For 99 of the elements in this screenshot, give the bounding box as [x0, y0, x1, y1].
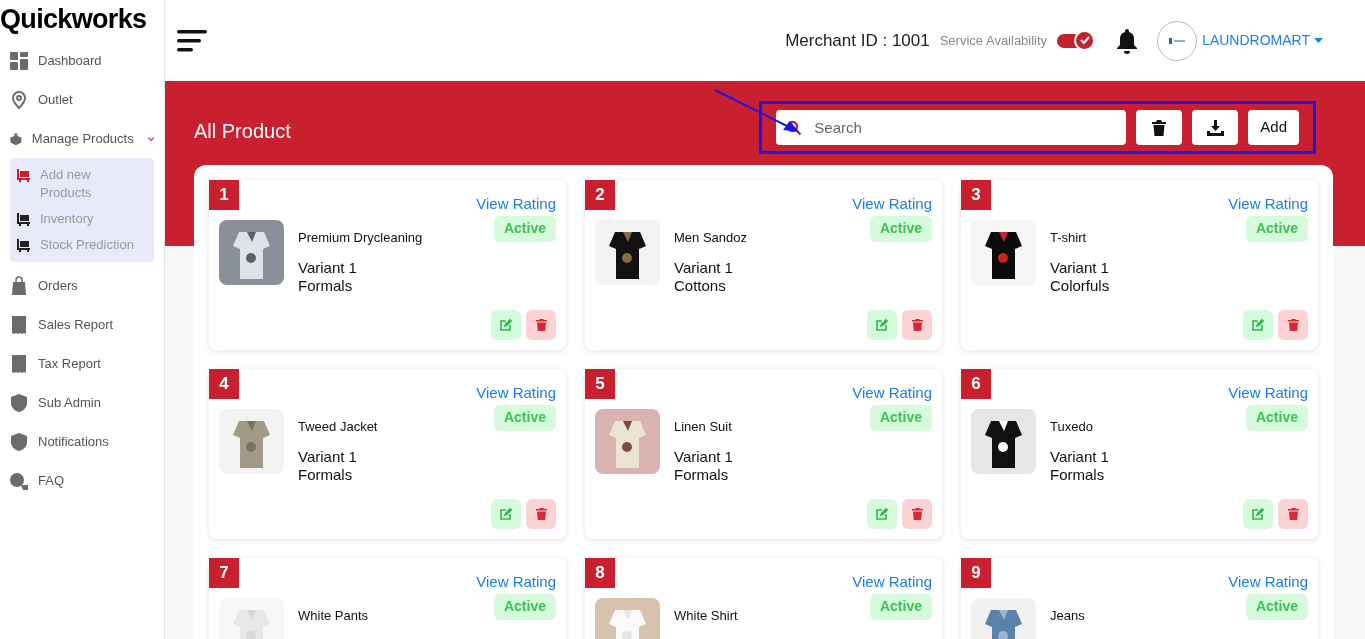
view-rating-link[interactable]: View Rating: [476, 571, 556, 594]
sidebar-item[interactable]: FAQ: [0, 461, 164, 500]
product-number: 8: [585, 558, 615, 588]
dashboard-icon: [9, 50, 29, 71]
download-icon: [1206, 119, 1224, 136]
variant-text: Variant 1: [1050, 259, 1110, 277]
sidebar-item[interactable]: Outlet: [0, 80, 164, 119]
submenu-item[interactable]: Inventory: [10, 210, 154, 228]
add-button[interactable]: Add: [1248, 110, 1299, 145]
view-rating-link[interactable]: View Rating: [852, 193, 932, 216]
cart-icon: [16, 211, 32, 227]
category-text: Formals: [674, 466, 730, 484]
bell-icon[interactable]: [1115, 27, 1140, 54]
view-rating-link[interactable]: View Rating: [1228, 382, 1308, 405]
view-rating-link[interactable]: View Rating: [476, 382, 556, 405]
status-badge: Active: [869, 404, 932, 431]
variant-text: Variant 1: [1050, 448, 1110, 466]
trash-icon: [1287, 508, 1299, 520]
user-menu[interactable]: LAUNDROMART: [1202, 30, 1323, 51]
receipt-icon: [9, 353, 29, 374]
view-rating-link[interactable]: View Rating: [1228, 571, 1308, 594]
product-number: 5: [585, 369, 615, 399]
shield-user-icon: [9, 431, 29, 452]
sidebar-item[interactable]: Manage Products: [0, 119, 164, 158]
edit-icon: [500, 319, 512, 331]
product-number: 1: [209, 180, 239, 210]
submenu-item[interactable]: Stock Prediction: [10, 236, 154, 254]
status-badge: Active: [1245, 593, 1308, 620]
view-rating-link[interactable]: View Rating: [852, 382, 932, 405]
edit-icon: [1252, 319, 1264, 331]
product-name: White Pants: [298, 606, 370, 625]
delete-button[interactable]: [1136, 110, 1183, 145]
view-rating-link[interactable]: View Rating: [852, 571, 932, 594]
sidebar-item[interactable]: Dashboard: [0, 41, 164, 80]
view-rating-link[interactable]: View Rating: [476, 193, 556, 216]
status-badge: Active: [1245, 404, 1308, 431]
trash-icon: [1287, 319, 1299, 331]
trash-icon: [911, 508, 923, 520]
sidebar-item[interactable]: Notifications: [0, 422, 164, 461]
sidebar-item[interactable]: Sales Report: [0, 305, 164, 344]
edit-icon: [876, 508, 888, 520]
product-number: 6: [961, 369, 991, 399]
merchant-id: Merchant ID : 1001: [785, 29, 930, 52]
service-toggle[interactable]: [1057, 33, 1094, 48]
status-badge: Active: [493, 593, 556, 620]
submenu-item[interactable]: Add new Products: [10, 166, 154, 202]
product-number: 2: [585, 180, 615, 210]
product-name: White Shirt: [674, 606, 739, 625]
location-pin-icon: [9, 89, 29, 110]
product-name: Men Sandoz: [674, 228, 748, 247]
product-name: Tuxedo: [1050, 417, 1094, 436]
check-icon: [1078, 34, 1091, 46]
edit-icon: [876, 319, 888, 331]
product-number: 3: [961, 180, 991, 210]
view-rating-link[interactable]: View Rating: [1228, 193, 1308, 216]
product-name: T-shirt: [1050, 228, 1088, 247]
variant-text: Variant 1: [674, 259, 734, 277]
brand-logo: Quickworks: [0, 3, 148, 36]
status-badge: Active: [493, 215, 556, 242]
service-availability-label: Service Availability: [939, 31, 1048, 50]
receipt-icon: [9, 314, 29, 335]
status-badge: Active: [869, 593, 932, 620]
variant-text: Variant 1: [298, 448, 358, 466]
edit-icon: [500, 508, 512, 520]
sidebar-item[interactable]: Sub Admin: [0, 383, 164, 422]
trash-icon: [535, 319, 547, 331]
variant-text: Variant 1: [298, 259, 358, 277]
product-number: 9: [961, 558, 991, 588]
trash-icon: [911, 319, 923, 331]
menu-icon[interactable]: [177, 27, 209, 54]
product-name: Premium Drycleaning: [298, 228, 424, 247]
cart-icon: [16, 237, 32, 253]
product-name: Jeans: [1050, 606, 1086, 625]
sidebar-item[interactable]: Orders: [0, 266, 164, 305]
product-name: Tweed Jacket: [298, 417, 379, 436]
question-bubble-icon: [9, 470, 29, 491]
shopping-bag-icon: [9, 275, 29, 296]
variant-text: Variant 1: [674, 448, 734, 466]
shield-user-icon: [9, 392, 29, 413]
edit-icon: [1252, 508, 1264, 520]
page-title: All Product: [194, 119, 291, 144]
trash-icon: [535, 508, 547, 520]
status-badge: Active: [493, 404, 556, 431]
category-text: Formals: [298, 277, 354, 295]
status-badge: Active: [1245, 215, 1308, 242]
category-text: Cottons: [674, 277, 727, 295]
category-text: Formals: [1050, 466, 1106, 484]
category-text: Colorfuls: [1050, 277, 1111, 295]
download-button[interactable]: [1192, 110, 1239, 145]
category-text: Formals: [298, 466, 354, 484]
product-number: 4: [209, 369, 239, 399]
status-badge: Active: [869, 215, 932, 242]
trash-icon: [1152, 119, 1167, 136]
search-field[interactable]: Search: [776, 110, 1127, 145]
product-number: 7: [209, 558, 239, 588]
cart-icon: [16, 167, 32, 183]
sidebar-item[interactable]: Tax Report: [0, 344, 164, 383]
product-name: Linen Suit: [674, 417, 733, 436]
caret-icon: [1314, 38, 1323, 43]
